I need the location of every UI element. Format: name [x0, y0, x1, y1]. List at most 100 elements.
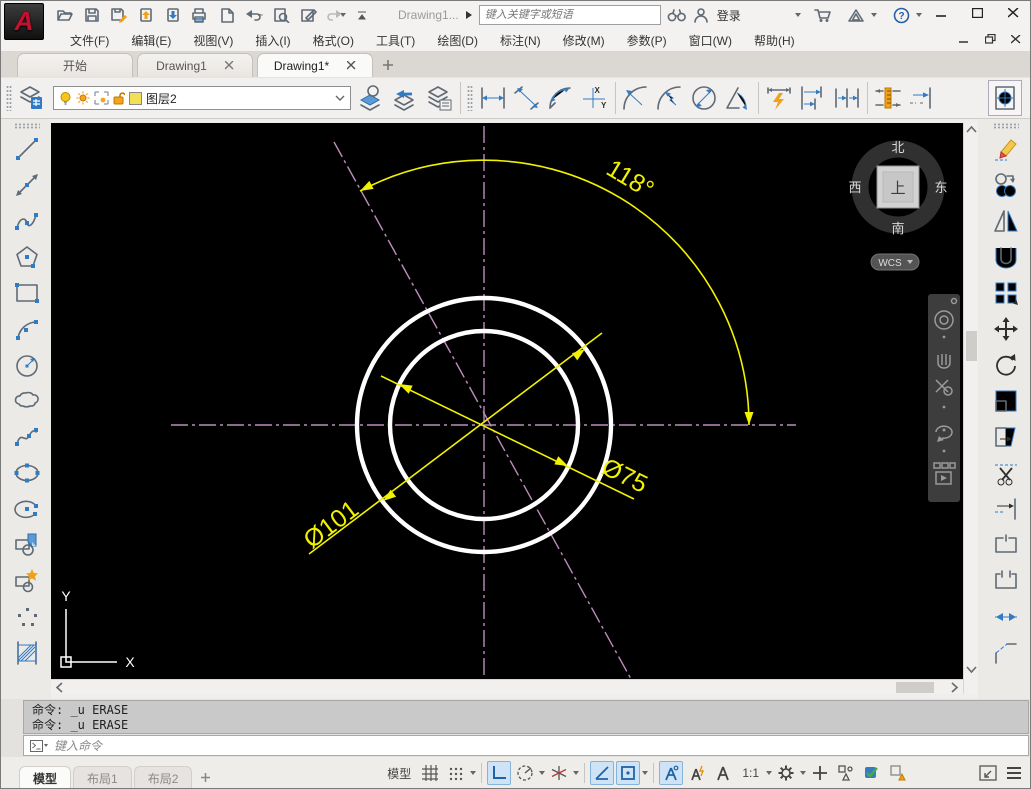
erase-button[interactable]: [989, 131, 1023, 167]
draw-ellipse-button[interactable]: [10, 455, 44, 491]
draw-arc-button[interactable]: [10, 311, 44, 347]
undo-button[interactable]: [242, 4, 266, 26]
login-caret-icon[interactable]: [795, 13, 801, 17]
scroll-up-icon[interactable]: [965, 123, 978, 137]
draw-xline-button[interactable]: [10, 167, 44, 203]
annotation-scale-caret-icon[interactable]: [766, 771, 772, 775]
menu-draw[interactable]: 绘图(D): [426, 30, 489, 51]
draw-point-button[interactable]: [10, 599, 44, 635]
draw-line-button[interactable]: [10, 131, 44, 167]
menu-window[interactable]: 窗口(W): [678, 30, 743, 51]
login-label[interactable]: 登录: [717, 7, 741, 24]
workspace-button[interactable]: [774, 761, 798, 785]
navbar-caret-icon[interactable]: [943, 406, 946, 409]
vscroll-thumb[interactable]: [966, 331, 977, 361]
navbar-caret-icon[interactable]: [943, 336, 946, 339]
ortho-toggle[interactable]: [487, 761, 511, 785]
draw-rectangle-button[interactable]: [10, 275, 44, 311]
tab-close-icon[interactable]: [347, 61, 356, 70]
make-block-button[interactable]: [10, 563, 44, 599]
polar-toggle[interactable]: [513, 761, 537, 785]
hscroll-thumb[interactable]: [896, 682, 934, 693]
isodraft-caret-icon[interactable]: [573, 771, 579, 775]
open-button[interactable]: [53, 4, 77, 26]
layer-states-button[interactable]: [423, 80, 457, 116]
sign-in-user-icon[interactable]: [693, 7, 709, 23]
menu-view[interactable]: 视图(V): [182, 30, 244, 51]
toolbar-grip[interactable]: [467, 85, 473, 111]
layer-color-swatch[interactable]: [129, 92, 142, 105]
copy-button[interactable]: [989, 167, 1023, 203]
toolbar-grip[interactable]: [6, 85, 12, 111]
scroll-right-icon[interactable]: [947, 681, 961, 694]
annotation-scale-button[interactable]: 1:1: [737, 761, 764, 785]
draw-hatch-button[interactable]: [10, 635, 44, 671]
dim-break-button[interactable]: [905, 80, 939, 116]
layer-thaw-sun-icon[interactable]: [76, 91, 90, 105]
otrack-toggle[interactable]: [590, 761, 614, 785]
model-space-button[interactable]: 模型: [382, 761, 416, 785]
expand-arrow-icon[interactable]: [465, 10, 473, 20]
menu-edit[interactable]: 编辑(E): [120, 30, 182, 51]
dim-radius-button[interactable]: [619, 80, 653, 116]
toolbar-grip[interactable]: [993, 123, 1019, 129]
toolbar-grip[interactable]: [14, 123, 40, 129]
layout-tab-layout2[interactable]: 布局2: [134, 766, 193, 789]
dim-arc-length-button[interactable]: [544, 80, 578, 116]
osnap-toggle[interactable]: [616, 761, 640, 785]
annotation-visibility-toggle[interactable]: [659, 761, 683, 785]
menu-file[interactable]: 文件(F): [59, 30, 120, 51]
stretch-button[interactable]: [989, 419, 1023, 455]
polar-caret-icon[interactable]: [539, 771, 545, 775]
workspace-caret-icon[interactable]: [800, 771, 806, 775]
navbar-caret-icon[interactable]: [943, 450, 946, 453]
dim-quick-button[interactable]: [762, 80, 796, 116]
command-history[interactable]: 命令: _u ERASE 命令: _u ERASE: [23, 700, 1029, 734]
layer-on-bulb-icon[interactable]: [59, 91, 72, 105]
viewcube[interactable]: 北 南 西 东 上: [848, 140, 947, 236]
viewport-freeze-icon[interactable]: [94, 91, 109, 105]
redo-button[interactable]: [323, 4, 347, 26]
new-tab-button[interactable]: [377, 55, 399, 75]
customize-button[interactable]: [1002, 761, 1026, 785]
draw-circle-button[interactable]: [10, 347, 44, 383]
snap-caret-icon[interactable]: [470, 771, 476, 775]
annotation-monitor-button[interactable]: [808, 761, 832, 785]
wcs-dropdown[interactable]: WCS: [871, 254, 919, 270]
save-to-web-button[interactable]: [134, 4, 158, 26]
quick-properties-button[interactable]: [834, 761, 858, 785]
new-button[interactable]: [215, 4, 239, 26]
draw-ellipse-arc-button[interactable]: [10, 491, 44, 527]
break-at-point-button[interactable]: [989, 527, 1023, 563]
unlock-icon[interactable]: [113, 91, 125, 105]
layer-previous-button[interactable]: [389, 80, 423, 116]
menu-insert[interactable]: 插入(I): [244, 30, 301, 51]
doc-restore-button[interactable]: [981, 31, 999, 47]
dim-space-button[interactable]: [871, 80, 905, 116]
angular-dimension[interactable]: 118°: [358, 154, 754, 425]
dim-ordinate-button[interactable]: XY: [578, 80, 612, 116]
menu-dimension[interactable]: 标注(N): [489, 30, 552, 51]
dim-diameter-button[interactable]: [687, 80, 721, 116]
tab-start[interactable]: 开始: [17, 53, 133, 77]
tab-close-icon[interactable]: [225, 61, 234, 70]
dim-linear-button[interactable]: [476, 80, 510, 116]
draw-polygon-button[interactable]: [10, 239, 44, 275]
app-store-cart-icon[interactable]: [813, 7, 833, 23]
dim-continue-button[interactable]: [830, 80, 864, 116]
doc-close-button[interactable]: [1007, 31, 1025, 47]
a360-icon[interactable]: [847, 8, 865, 23]
drawing-canvas[interactable]: Ø101 Ø75 118° Y X: [51, 123, 963, 679]
help-icon[interactable]: ?: [893, 7, 910, 24]
qat-customize-button[interactable]: [350, 4, 374, 26]
dim-angular-button[interactable]: [721, 80, 755, 116]
open-from-web-button[interactable]: [161, 4, 185, 26]
doc-minimize-button[interactable]: [955, 31, 973, 47]
chamfer-button[interactable]: [989, 635, 1023, 671]
dim-aligned-button[interactable]: [510, 80, 544, 116]
search-binoculars-icon[interactable]: [667, 8, 687, 23]
tab-drawing1-modified[interactable]: Drawing1*: [257, 53, 373, 77]
isolate-objects-button[interactable]: [886, 761, 910, 785]
minimize-button[interactable]: [928, 3, 954, 23]
snap-toggle[interactable]: [444, 761, 468, 785]
